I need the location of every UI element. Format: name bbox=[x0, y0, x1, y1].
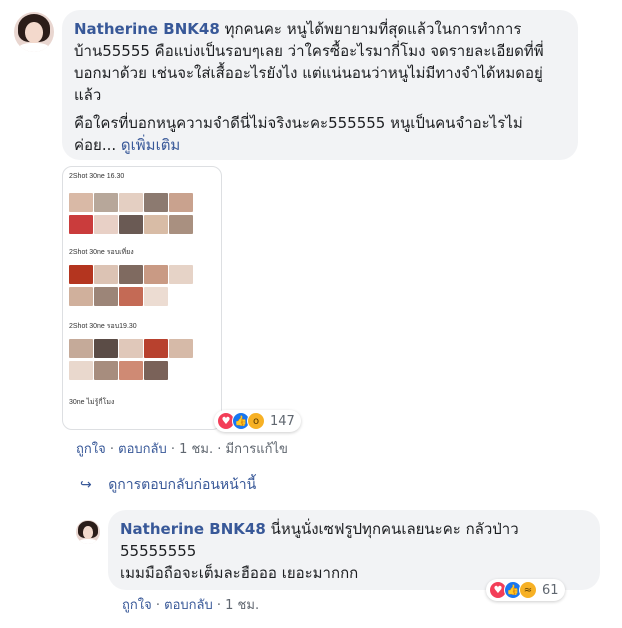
reply-text: Natherine BNK48 นี่หนูนั่งเซฟรูปทุกคนเลย… bbox=[120, 518, 582, 562]
reply-time[interactable]: 1 ชม. bbox=[225, 598, 259, 613]
reply-actions: ถูกใจ · ตอบกลับ · 1 ชม. bbox=[122, 594, 259, 615]
comment-actions: ถูกใจ · ตอบกลับ · 1 ชม. · มีการแก้ไข bbox=[76, 438, 288, 459]
like-link[interactable]: ถูกใจ bbox=[122, 598, 152, 613]
photo-label: 30ne ไม่รู้กี่โมง bbox=[69, 399, 115, 406]
comment-text-2: คือใครที่บอกหนูความจำดีนี่ไม่จริงนะคะ555… bbox=[74, 112, 552, 156]
photo-thumb bbox=[169, 339, 193, 358]
reply-arrow-icon: ↪ bbox=[80, 477, 92, 493]
photo-thumb bbox=[94, 339, 118, 358]
reply-bubble: Natherine BNK48 นี่หนูนั่งเซฟรูปทุกคนเลย… bbox=[108, 510, 600, 590]
photo-thumb bbox=[169, 265, 193, 284]
avatar-shirt bbox=[78, 538, 98, 544]
see-more-link[interactable]: ดูเพิ่มเติม bbox=[121, 136, 180, 154]
photo-thumb bbox=[119, 361, 143, 380]
avatar-shirt bbox=[18, 43, 50, 52]
reply-link[interactable]: ตอบกลับ bbox=[164, 598, 213, 613]
avatar-face bbox=[82, 526, 94, 539]
photo-thumb bbox=[69, 215, 93, 234]
photo-thumb bbox=[94, 215, 118, 234]
comment-bubble: Natherine BNK48 ทุกคนคะ หนูได้พยายามที่ส… bbox=[62, 10, 578, 160]
photo-thumb bbox=[144, 193, 168, 212]
photo-thumb bbox=[94, 361, 118, 380]
photo-thumb bbox=[169, 215, 193, 234]
photo-thumb bbox=[69, 287, 93, 306]
photo-thumb bbox=[144, 339, 168, 358]
separator: · bbox=[155, 598, 160, 613]
view-previous-label[interactable]: ดูการตอบกลับก่อนหน้านี้ bbox=[108, 477, 256, 493]
photo-thumb bbox=[94, 265, 118, 284]
view-previous-replies[interactable]: ↪ ดูการตอบกลับก่อนหน้านี้ bbox=[80, 474, 256, 496]
reply-author[interactable]: Natherine BNK48 bbox=[120, 520, 266, 538]
reply-author-avatar[interactable] bbox=[76, 520, 100, 544]
photo-thumb bbox=[94, 287, 118, 306]
reaction-count: 61 bbox=[542, 582, 559, 598]
photo-thumb bbox=[144, 361, 168, 380]
photo-thumb bbox=[144, 265, 168, 284]
photo-label: 2Shot 30ne รอบ19.30 bbox=[69, 323, 137, 330]
reply-body-l2: เมมมือถือจะเต็มละฮือออ เยอะมากกก bbox=[120, 564, 359, 582]
photo-thumb bbox=[69, 265, 93, 284]
comment-text: Natherine BNK48 ทุกคนคะ หนูได้พยายามที่ส… bbox=[74, 18, 552, 106]
photo-thumb bbox=[94, 193, 118, 212]
photo-thumb bbox=[119, 339, 143, 358]
photo-thumb bbox=[119, 265, 143, 284]
reply-link[interactable]: ตอบกลับ bbox=[118, 442, 167, 457]
photo-thumb bbox=[169, 193, 193, 212]
separator: · bbox=[217, 442, 222, 457]
reaction-count: 147 bbox=[270, 413, 295, 429]
photo-thumb bbox=[119, 287, 143, 306]
photo-thumb bbox=[144, 287, 168, 306]
author-avatar[interactable] bbox=[14, 12, 54, 52]
haha-reaction-icon: ≈ bbox=[519, 581, 537, 599]
photo-label: 2Shot 30ne 16.30 bbox=[69, 173, 125, 180]
photo-label: 2Shot 30ne รอบเที่ยง bbox=[69, 249, 134, 256]
photo-thumb bbox=[69, 361, 93, 380]
comment-author[interactable]: Natherine BNK48 bbox=[74, 20, 220, 38]
comment-photo[interactable]: 2Shot 30ne 16.30 2Shot 30ne รอบเที่ยง 2S… bbox=[62, 166, 222, 430]
photo-thumb bbox=[69, 339, 93, 358]
wow-reaction-icon: o bbox=[247, 412, 265, 430]
photo-thumb bbox=[144, 215, 168, 234]
photo-thumb bbox=[119, 193, 143, 212]
comment-time[interactable]: 1 ชม. bbox=[179, 442, 213, 457]
separator: · bbox=[216, 598, 222, 613]
reply-reactions[interactable]: ♥ 👍 ≈ 61 bbox=[486, 579, 565, 601]
edited-label[interactable]: มีการแก้ไข bbox=[226, 442, 288, 457]
separator: · bbox=[109, 442, 114, 457]
photo-thumb bbox=[119, 215, 143, 234]
separator: · bbox=[170, 442, 176, 457]
comment-reactions[interactable]: ♥ 👍 o 147 bbox=[214, 410, 301, 432]
photo-thumb bbox=[69, 193, 93, 212]
like-link[interactable]: ถูกใจ bbox=[76, 442, 106, 457]
avatar-face bbox=[25, 22, 43, 44]
